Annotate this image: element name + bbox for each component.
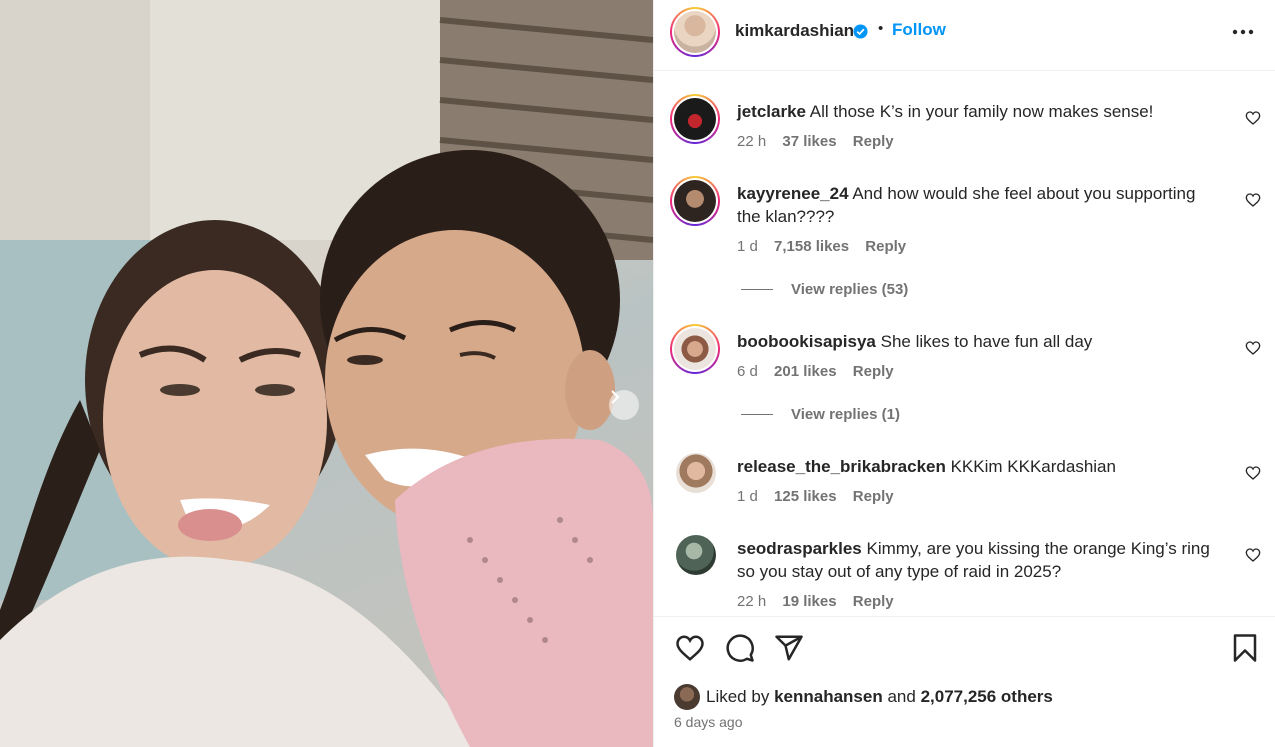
comment-text: kayyrenee_24 And how would she feel abou… [737,182,1217,228]
comment-meta: 22 h 19 likes Reply [737,593,906,610]
post-photo-illustration [0,0,653,747]
liked-by-user[interactable]: kennahansen [774,687,883,707]
comment-meta: 1 d 125 likes Reply [737,488,906,505]
view-replies-line [741,289,773,290]
verified-badge-icon [853,24,868,39]
bookmark-icon [1233,634,1257,662]
comment-username[interactable]: boobookisapisya [737,332,876,351]
comment-text: release_the_brikabracken KKKim KKKardash… [737,455,1217,478]
separator-dot: • [878,20,884,37]
author-avatar[interactable] [670,7,720,57]
liked-by-joiner: and [887,687,916,706]
post-time-ago[interactable]: 6 days ago [674,714,743,730]
comment-time: 22 h [737,593,767,610]
heart-icon [1245,193,1261,207]
comment-text: seodrasparkles Kimmy, are you kissing th… [737,537,1217,583]
comment-body: All those K’s in your family now makes s… [809,102,1154,121]
liked-by-others[interactable]: 2,077,256 others [921,687,1053,707]
view-replies-button[interactable]: View replies (1) [741,406,900,423]
comment-reply-button[interactable]: Reply [865,238,906,255]
comment-meta: 22 h 37 likes Reply [737,133,906,150]
view-replies-label: View replies (53) [791,281,909,298]
heart-icon [1245,341,1261,355]
comment-avatar[interactable] [676,453,716,493]
view-replies-line [741,414,773,415]
share-button[interactable] [774,633,804,666]
likes-summary: Liked by kennahansen and 2,077,256 other… [674,684,1053,710]
comment-button[interactable] [725,633,755,666]
heart-icon [1245,466,1261,480]
post-panel: kimkardashian • Follow jetclarke All tho… [653,0,1275,747]
view-replies-button[interactable]: View replies (53) [741,281,908,298]
comment-username[interactable]: jetclarke [737,102,806,121]
heart-icon [1245,548,1261,562]
view-replies-label: View replies (1) [791,406,900,423]
comment-like-button[interactable] [1245,547,1261,563]
post-photo [0,0,653,747]
comment-meta: 1 d 7,158 likes Reply [737,238,918,255]
share-icon [775,635,803,661]
comment-icon [726,634,754,662]
comment-avatar[interactable] [670,324,720,374]
comment-username[interactable]: release_the_brikabracken [737,457,946,476]
post-header: kimkardashian • Follow [654,0,1275,71]
comment-text: jetclarke All those K’s in your family n… [737,100,1217,123]
heart-icon [676,635,704,661]
comment-time: 1 d [737,488,758,505]
follow-button[interactable]: Follow [892,20,946,40]
comment-reply-button[interactable]: Reply [853,133,894,150]
liked-by-avatar[interactable] [674,684,700,710]
more-icon [1232,29,1254,35]
comment-meta: 6 d 201 likes Reply [737,363,906,380]
comment-like-button[interactable] [1245,192,1261,208]
comment-body: She likes to have fun all day [880,332,1093,351]
comment-likes[interactable]: 201 likes [774,363,837,380]
comment-like-button[interactable] [1245,110,1261,126]
comment-body: KKKim KKKardashian [950,457,1116,476]
comment-time: 1 d [737,238,758,255]
like-button[interactable] [674,633,706,666]
comment-likes[interactable]: 37 likes [782,133,836,150]
heart-icon [1245,111,1261,125]
comment-like-button[interactable] [1245,465,1261,481]
comment-username[interactable]: kayyrenee_24 [737,184,849,203]
more-options-button[interactable] [1230,24,1256,40]
carousel-next-button[interactable] [609,390,639,420]
comment-likes[interactable]: 7,158 likes [774,238,849,255]
comment-text: boobookisapisya She likes to have fun al… [737,330,1217,353]
author-username[interactable]: kimkardashian [735,21,854,41]
comment-username[interactable]: seodrasparkles [737,539,862,558]
comment-avatar[interactable] [670,176,720,226]
save-button[interactable] [1231,633,1259,666]
comment-time: 22 h [737,133,767,150]
comment-reply-button[interactable]: Reply [853,593,894,610]
comment-like-button[interactable] [1245,340,1261,356]
comment-reply-button[interactable]: Reply [853,488,894,505]
comment-avatar[interactable] [676,535,716,575]
comment-likes[interactable]: 19 likes [782,593,836,610]
comment-time: 6 d [737,363,758,380]
chevron-right-icon [611,390,620,404]
liked-by-prefix: Liked by [706,687,770,706]
comment-likes[interactable]: 125 likes [774,488,837,505]
comment-avatar[interactable] [670,94,720,144]
comment-reply-button[interactable]: Reply [853,363,894,380]
